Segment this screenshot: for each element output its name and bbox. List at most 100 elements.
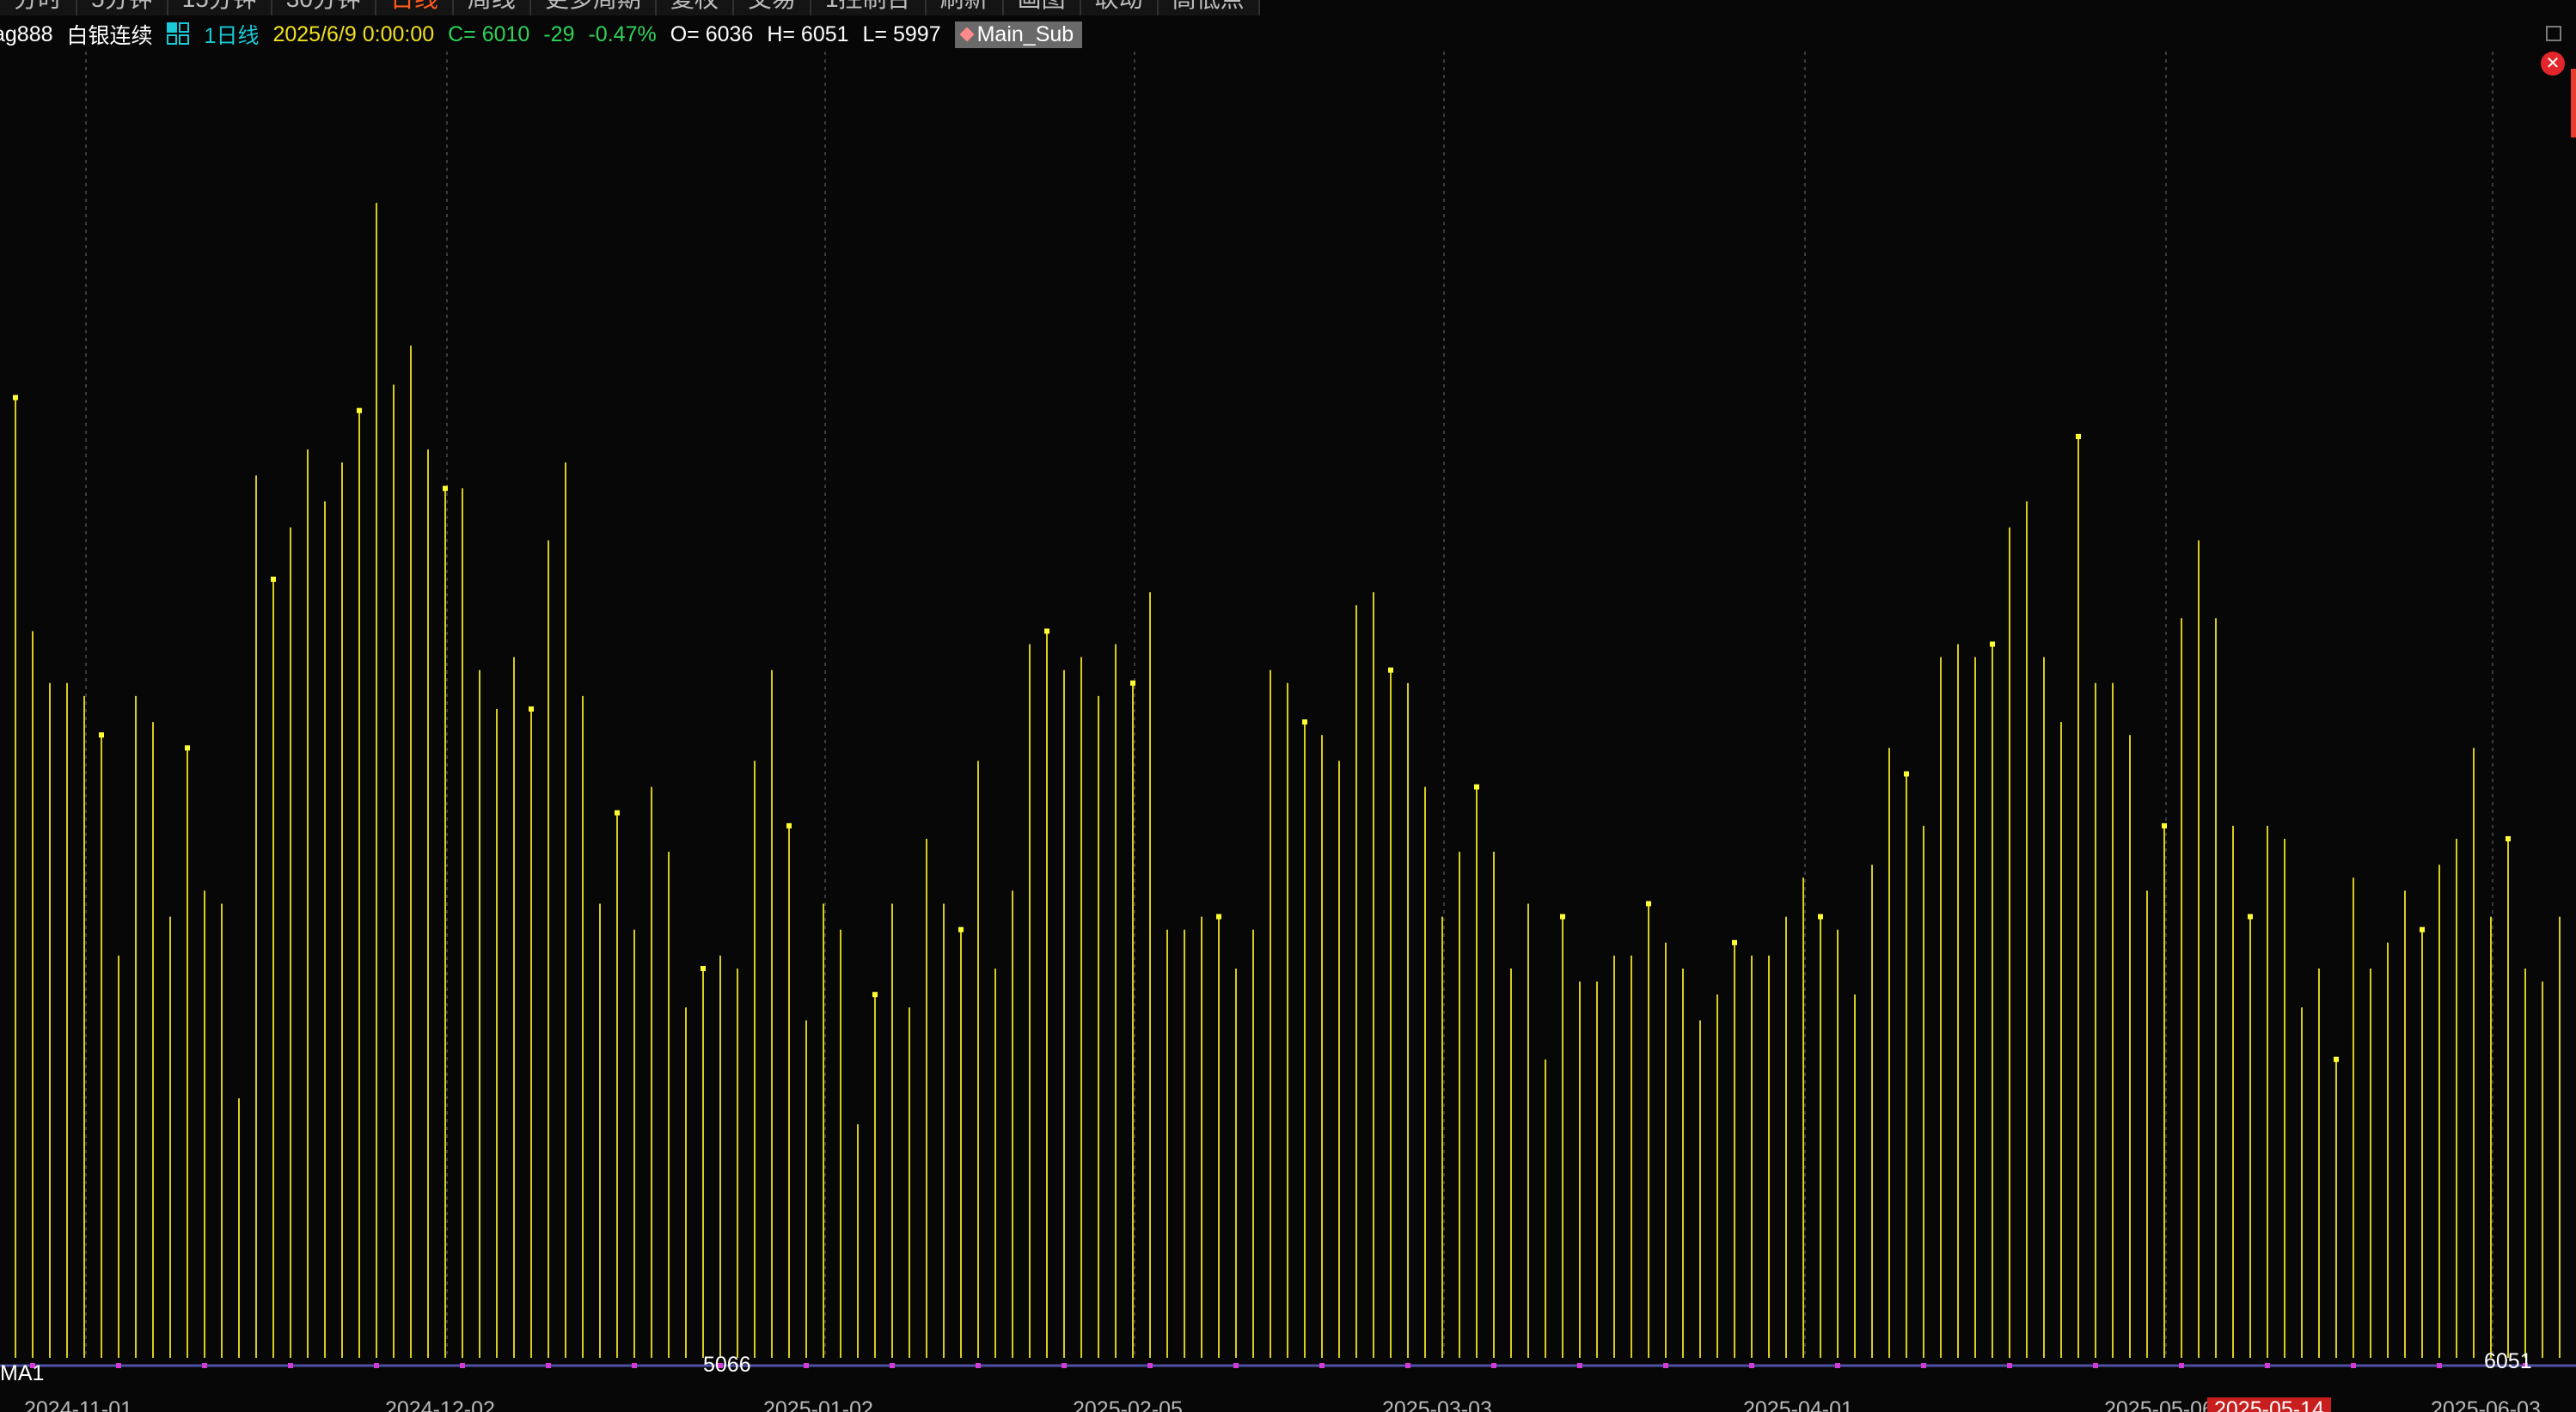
bar-top-marker <box>13 394 18 400</box>
ma-marker <box>890 1363 895 1368</box>
x-tick-label: 2025-04-01 <box>1743 1397 1853 1412</box>
x-axis: 2024-11-01 2024-12-02 2025-01-02 2025-02-05… <box>0 1392 2576 1412</box>
symbol-code[interactable]: ag888 <box>0 22 53 47</box>
ma-marker <box>1835 1363 1840 1368</box>
period-label[interactable]: 1日线 <box>205 19 260 50</box>
bar-datetime: 2025/6/9 0:00:00 <box>272 21 435 46</box>
bar-top-marker <box>2506 836 2511 841</box>
bar-top-marker <box>2162 822 2167 828</box>
bar-top-marker <box>1302 719 1307 725</box>
ma-marker <box>2093 1363 2098 1368</box>
x-tick-label: 2025-06-03 <box>2431 1397 2541 1412</box>
x-tick-label: 2025-02-05 <box>1073 1397 1183 1412</box>
ma-marker <box>546 1363 551 1368</box>
toolbar-button[interactable]: 分时 <box>0 0 78 15</box>
close-price: C= 6010 <box>448 21 530 46</box>
bar-top-marker <box>2076 433 2081 439</box>
bar-top-marker <box>2248 914 2253 920</box>
ma-marker <box>1147 1363 1153 1368</box>
bar-top-marker <box>1732 939 1737 945</box>
bar-top-marker <box>1818 914 1823 920</box>
toolbar-button[interactable]: 1控制台 <box>811 0 927 15</box>
toolbar-button[interactable]: 日线 <box>376 0 454 15</box>
ma-marker <box>288 1363 293 1368</box>
ma-marker <box>1233 1363 1239 1368</box>
toolbar-button[interactable]: 交易 <box>733 0 811 15</box>
symbol-name: 白银连续 <box>66 24 153 48</box>
x-tick-label: 2025-05-14 <box>2207 1397 2331 1412</box>
bar-top-marker <box>872 992 878 998</box>
ma-marker <box>804 1363 809 1368</box>
ma-marker <box>460 1363 465 1368</box>
toolbar-button[interactable]: 周线 <box>453 0 531 15</box>
ma-marker <box>2007 1363 2012 1368</box>
bar-top-marker <box>357 407 362 413</box>
x-tick-label: 2024-11-01 <box>24 1397 133 1412</box>
ma-indicator-label: MA1 <box>0 1361 45 1385</box>
x-tick-label: 2024-12-02 <box>385 1397 495 1412</box>
ma-marker <box>1749 1363 1754 1368</box>
price-change: -29 <box>543 21 575 46</box>
bar-top-marker <box>1560 914 1565 920</box>
period-toolbar: 分时5分钟15分钟30分钟日线周线更多周期复权交易1控制台刷新画图联动高低点 <box>0 0 1289 15</box>
ma-marker <box>2351 1363 2356 1368</box>
bar-top-marker <box>786 822 792 828</box>
ma-marker <box>202 1363 207 1368</box>
bar-top-marker <box>2420 926 2425 932</box>
high-marker-label: 6051 <box>2484 1349 2532 1373</box>
toolbar-button[interactable]: 复权 <box>656 0 734 15</box>
bar-top-marker <box>615 810 620 816</box>
period-grid-icon[interactable] <box>166 22 191 46</box>
toolbar-button[interactable]: 30分钟 <box>272 0 376 15</box>
bar-top-marker <box>1904 771 1909 777</box>
quote-info-bar: ag888 白银连续 1日线 2025/6/9 0:00:00 C= 6010 … <box>0 17 1083 52</box>
ma-marker <box>1921 1363 1926 1368</box>
toolbar-button[interactable]: 刷新 <box>926 0 1004 15</box>
toolbar-button[interactable]: 更多周期 <box>530 0 657 15</box>
bar-top-marker <box>99 732 104 738</box>
high-price: H= 6051 <box>767 21 849 46</box>
ma-marker <box>1062 1363 1067 1368</box>
low-price: L= 5997 <box>862 21 941 46</box>
ma-marker <box>1405 1363 1410 1368</box>
ma-marker <box>1491 1363 1496 1368</box>
ma-marker <box>976 1363 981 1368</box>
bar-top-marker <box>271 577 276 582</box>
bar-top-marker <box>1646 901 1651 907</box>
bar-top-marker <box>529 706 534 712</box>
ma-marker <box>632 1363 637 1368</box>
toolbar-button[interactable]: 5分钟 <box>77 0 168 15</box>
bar-top-marker <box>1474 784 1479 790</box>
ma-marker <box>1577 1363 1582 1368</box>
maximize-icon[interactable] <box>2546 26 2561 41</box>
toolbar-button[interactable]: 15分钟 <box>168 0 272 15</box>
price-change-percent: -0.47% <box>588 21 657 46</box>
indicator-badge[interactable]: Main_Sub <box>954 21 1083 48</box>
ma-marker <box>116 1363 121 1368</box>
x-tick-label: 2025-01-02 <box>763 1397 873 1412</box>
bar-top-marker <box>443 486 448 492</box>
ma-marker <box>1319 1363 1325 1368</box>
toolbar-button[interactable]: 高低点 <box>1158 0 1260 15</box>
toolbar-button[interactable]: 画图 <box>1003 0 1081 15</box>
bar-top-marker <box>1216 914 1221 920</box>
bar-top-marker <box>701 966 706 971</box>
indicator-label: Main_Sub <box>976 21 1074 46</box>
bar-top-marker <box>2334 1056 2339 1062</box>
bar-top-marker <box>958 926 964 932</box>
x-tick-label: 2025-03-03 <box>1382 1397 1492 1412</box>
ma-marker <box>2437 1363 2442 1368</box>
ma-marker <box>2265 1363 2270 1368</box>
bar-top-marker <box>1130 680 1135 686</box>
ma-marker <box>2179 1363 2184 1368</box>
open-price: O= 6036 <box>670 21 754 46</box>
volume-bar-chart[interactable] <box>0 52 2576 1379</box>
low-marker-label: 5066 <box>703 1353 751 1377</box>
toolbar-button[interactable]: 联动 <box>1080 0 1159 15</box>
bar-top-marker <box>1044 628 1049 634</box>
bar-top-marker <box>1990 641 1995 647</box>
ma-marker <box>374 1363 379 1368</box>
diamond-icon <box>959 27 975 42</box>
bar-top-marker <box>185 745 190 751</box>
bar-top-marker <box>1388 667 1393 673</box>
